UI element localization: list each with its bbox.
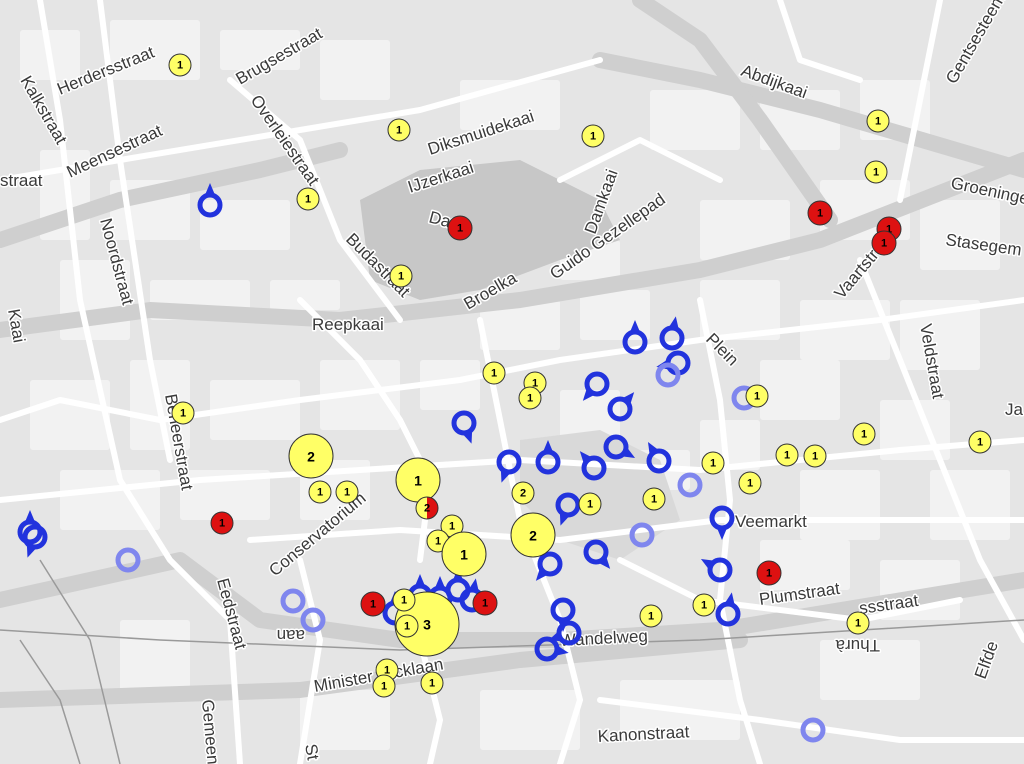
- marker-count-label: 1: [398, 271, 404, 283]
- marker-count-label: 1: [435, 536, 441, 548]
- marker-count-label: 1: [812, 451, 818, 463]
- map-view[interactable]: Herdersstraat Kalkstraat Meensestraat Brugs…: [0, 0, 1024, 764]
- cluster-marker-yellow[interactable]: 2: [288, 433, 334, 479]
- marker-count-label: 1: [747, 478, 753, 490]
- cluster-marker-yellow[interactable]: 1: [968, 430, 992, 454]
- cluster-marker-yellow[interactable]: 1: [738, 471, 762, 495]
- marker-count-label: 3: [423, 617, 431, 633]
- cluster-marker-yellow[interactable]: 1: [745, 384, 769, 408]
- marker-count-label: 1: [404, 621, 410, 633]
- marker-count-label: 1: [784, 450, 790, 462]
- cluster-marker-yellow[interactable]: 1: [852, 422, 876, 446]
- marker-count-label: 1: [381, 681, 387, 693]
- cluster-marker-red[interactable]: 1: [210, 511, 234, 535]
- street-label-ja-right: Ja: [1005, 400, 1024, 419]
- marker-count-label: 1: [651, 494, 657, 506]
- cluster-marker-yellow[interactable]: 1: [692, 593, 716, 617]
- marker-count-label: 2: [520, 488, 526, 500]
- marker-count-label: 1: [861, 429, 867, 441]
- cluster-marker-red[interactable]: 1: [447, 215, 473, 241]
- cluster-marker-yellow[interactable]: 1: [581, 124, 605, 148]
- street-label-reepkaai: Reepkaai: [312, 315, 384, 334]
- marker-count-label: 1: [590, 131, 596, 143]
- marker-count-label: 1: [701, 600, 707, 612]
- marker-count-label: 1: [449, 521, 455, 533]
- marker-count-label: 1: [460, 547, 468, 563]
- cluster-marker-yellow[interactable]: 1: [308, 480, 332, 504]
- cluster-marker-red[interactable]: 1: [871, 230, 897, 256]
- cluster-marker-yellow[interactable]: 1: [335, 480, 359, 504]
- marker-count-label: 2: [529, 528, 537, 544]
- marker-count-label: 1: [429, 678, 435, 690]
- city-block: [320, 40, 390, 100]
- cluster-marker-yellow[interactable]: 1: [387, 118, 411, 142]
- marker-count-label: 1: [817, 208, 823, 220]
- cluster-marker-yellow[interactable]: 1: [642, 487, 666, 511]
- cluster-marker-yellow[interactable]: 1: [639, 604, 663, 628]
- cluster-marker-yellow[interactable]: 1: [441, 531, 487, 577]
- marker-count-label: 1: [881, 238, 887, 250]
- marker-count-label: 1: [977, 437, 983, 449]
- cluster-marker-yellow[interactable]: 1: [701, 451, 725, 475]
- marker-count-label: 1: [180, 408, 186, 420]
- marker-count-label: 1: [177, 60, 183, 72]
- city-block: [760, 360, 840, 420]
- street-label-aan: aan: [277, 626, 305, 645]
- marker-count-label: 1: [370, 599, 376, 611]
- cluster-marker-yellow[interactable]: 1: [395, 457, 441, 503]
- cluster-marker-red[interactable]: 1: [756, 560, 782, 586]
- marker-count-label: 2: [307, 449, 315, 465]
- marker-count-label: 1: [482, 598, 488, 610]
- cluster-marker-red[interactable]: 1: [472, 590, 498, 616]
- cluster-marker-red[interactable]: 1: [360, 591, 386, 617]
- cluster-marker-yellow[interactable]: 1: [168, 53, 192, 77]
- cluster-marker-yellow[interactable]: 1: [420, 671, 444, 695]
- marker-count-label: 1: [491, 368, 497, 380]
- street-label-veemarkt: Veemarkt: [735, 512, 807, 531]
- marker-count-label: 1: [344, 487, 350, 499]
- marker-count-label: 1: [587, 499, 593, 511]
- marker-count-label: 1: [396, 125, 402, 137]
- marker-count-label: 1: [710, 458, 716, 470]
- cluster-marker-yellow[interactable]: 1: [803, 444, 827, 468]
- cluster-marker-yellow[interactable]: 1: [518, 386, 542, 410]
- cluster-marker-yellow[interactable]: 1: [389, 264, 413, 288]
- cluster-marker-yellow[interactable]: 1: [392, 588, 416, 612]
- marker-count-label: 1: [754, 391, 760, 403]
- marker-count-label: 1: [855, 618, 861, 630]
- marker-count-label: 1: [414, 473, 422, 489]
- cluster-marker-yellow[interactable]: 1: [866, 109, 890, 133]
- cluster-marker-yellow[interactable]: 1: [296, 187, 320, 211]
- marker-count-label: 1: [648, 611, 654, 623]
- street-label-straat-left: straat: [0, 171, 43, 190]
- street-label-thura: Thurà: [835, 636, 880, 655]
- marker-count-label: 1: [317, 487, 323, 499]
- map-canvas[interactable]: HerdersstraatKalkstraatMeensestraatBrugs…: [0, 0, 1024, 764]
- cluster-marker-yellow[interactable]: 2: [511, 481, 535, 505]
- marker-count-label: 1: [875, 116, 881, 128]
- cluster-marker-red[interactable]: 1: [807, 200, 833, 226]
- city-block: [800, 470, 880, 540]
- cluster-marker-yellow[interactable]: 1: [482, 361, 506, 385]
- cluster-marker-yellow[interactable]: 1: [171, 401, 195, 425]
- marker-count-label: 1: [219, 518, 225, 530]
- cluster-marker-yellow[interactable]: 1: [846, 611, 870, 635]
- marker-count-label: 1: [305, 194, 311, 206]
- city-block: [650, 90, 740, 150]
- cluster-marker-yellow[interactable]: 1: [864, 160, 888, 184]
- city-block: [200, 200, 290, 250]
- cluster-marker-yellow[interactable]: 1: [578, 492, 602, 516]
- marker-count-label: 1: [401, 595, 407, 607]
- cluster-marker-yellow[interactable]: 1: [395, 614, 419, 638]
- cluster-marker-split[interactable]: 2: [415, 496, 439, 520]
- marker-count-label: 2: [424, 503, 430, 515]
- marker-count-label: 1: [873, 167, 879, 179]
- cluster-marker-yellow[interactable]: 2: [510, 512, 556, 558]
- cluster-marker-yellow[interactable]: 1: [775, 443, 799, 467]
- marker-count-label: 1: [457, 223, 463, 235]
- cluster-marker-yellow[interactable]: 1: [372, 674, 396, 698]
- marker-count-label: 1: [527, 393, 533, 405]
- marker-count-label: 1: [766, 568, 772, 580]
